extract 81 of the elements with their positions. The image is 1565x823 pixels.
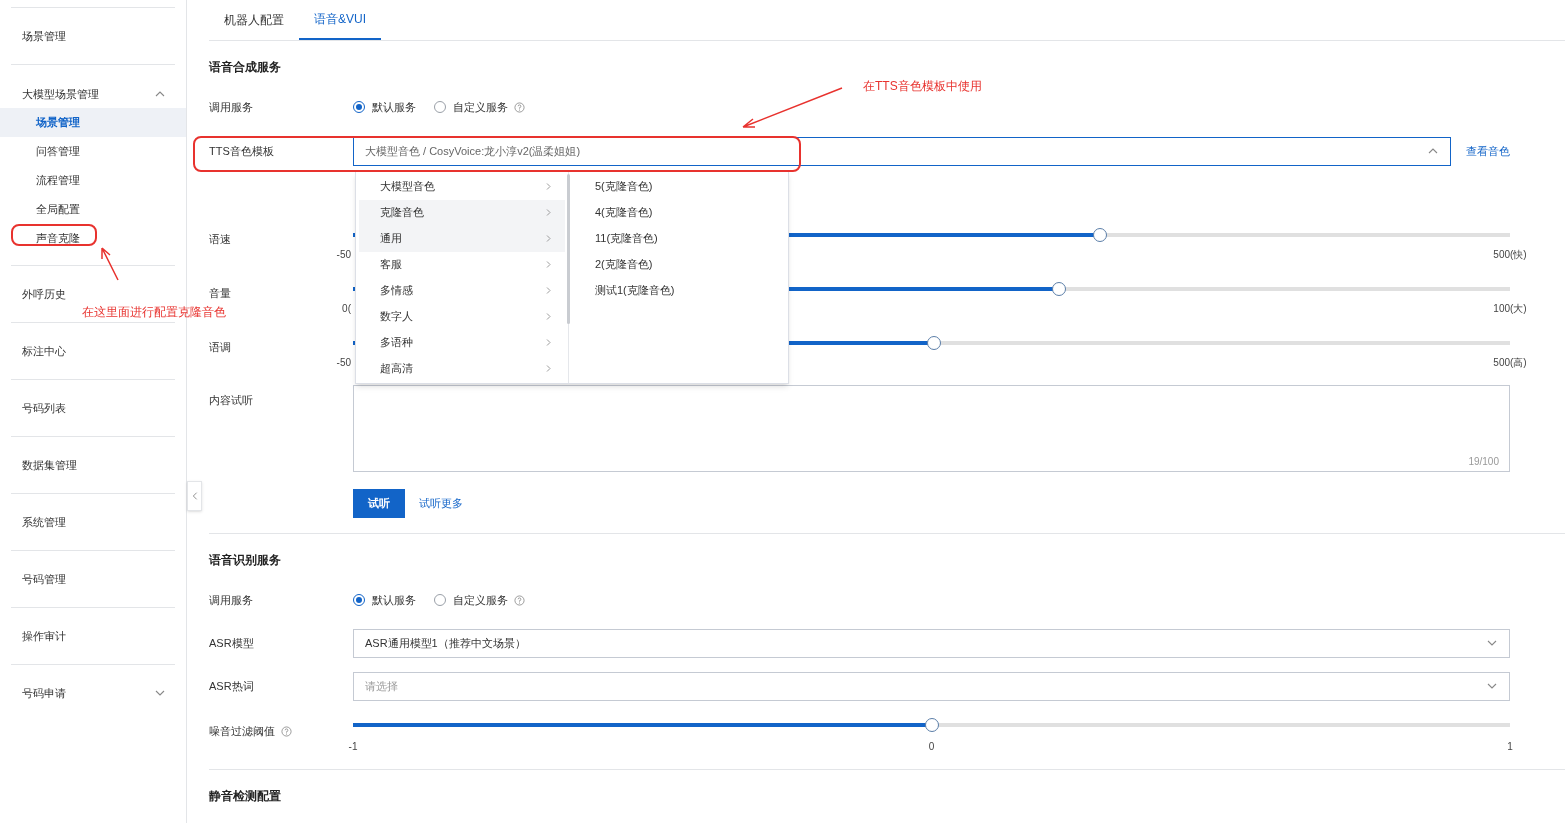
menu-item[interactable]: 客服 xyxy=(359,251,565,278)
nav-item[interactable]: 号码列表 xyxy=(22,399,66,417)
nav-item[interactable]: 操作审计 xyxy=(22,627,66,645)
character-count: 19/100 xyxy=(1468,455,1499,469)
menu-item[interactable]: 多情感 xyxy=(359,277,565,304)
min-label: -50 xyxy=(336,356,351,370)
menu-item[interactable]: 数字人 xyxy=(359,303,565,330)
menu-option[interactable]: 4(克隆音色) xyxy=(595,199,788,226)
help-icon xyxy=(281,725,292,737)
nav-group[interactable]: 大模型场景管理 xyxy=(0,80,186,108)
nav-item[interactable]: 号码管理 xyxy=(22,570,66,588)
min-label: -50 xyxy=(336,248,351,262)
help-icon xyxy=(514,594,525,606)
tick-label: 1 xyxy=(1507,740,1513,754)
annotation-text: 在TTS音色模板中使用 xyxy=(863,78,982,95)
chevron-icon xyxy=(544,182,553,191)
radio-label: 自定义服务 xyxy=(453,99,508,115)
tab[interactable]: 语音&VUI xyxy=(299,0,381,40)
menu-option[interactable]: 11(克隆音色) xyxy=(595,225,788,252)
nav-subitem[interactable]: 问答管理 xyxy=(0,137,186,166)
radio-label: 自定义服务 xyxy=(453,592,508,608)
field-label: 语速 xyxy=(209,232,232,247)
annotation-text: 在这里面进行配置克隆音色 xyxy=(82,304,226,321)
field-label: 调用服务 xyxy=(209,99,254,115)
nav-item[interactable]: 数据集管理 xyxy=(22,456,77,474)
scrollbar[interactable] xyxy=(567,173,570,324)
chevron-icon xyxy=(544,286,553,295)
max-label: 100(大) xyxy=(1493,302,1527,316)
slider-thumb[interactable] xyxy=(1051,282,1066,296)
section-title: 静音检测配置 xyxy=(209,788,281,805)
slider-thumb[interactable] xyxy=(1093,228,1108,242)
nav-subitem[interactable]: 流程管理 xyxy=(0,166,186,195)
max-label: 500(快) xyxy=(1493,248,1527,262)
nav-item[interactable]: 系统管理 xyxy=(22,513,66,531)
chevron-icon xyxy=(544,364,553,373)
chevron-icon xyxy=(544,312,553,321)
menu-option[interactable]: 5(克隆音色) xyxy=(595,173,788,200)
field-label: ASR模型 xyxy=(209,635,255,651)
field-label: 调用服务 xyxy=(209,592,254,608)
annotation-arrow xyxy=(98,246,120,282)
menu-item[interactable]: 克隆音色 xyxy=(359,199,565,226)
menu-option[interactable]: 测试1(克隆音色) xyxy=(595,277,788,304)
slider-thumb[interactable] xyxy=(926,336,941,350)
section-title: 语音识别服务 xyxy=(209,552,281,569)
section-title: 语音合成服务 xyxy=(209,59,281,76)
nav-item[interactable]: 场景管理 xyxy=(22,27,66,45)
field-label: 内容试听 xyxy=(209,393,254,408)
field-label: ASR热词 xyxy=(209,678,255,694)
max-label: 500(高) xyxy=(1493,356,1527,370)
radio-label: 默认服务 xyxy=(372,99,416,115)
nav-group[interactable]: 号码申请 xyxy=(0,665,186,721)
field-label: 音量 xyxy=(209,286,232,301)
select-field[interactable]: ASR通用模型1（推荐中文场景） xyxy=(353,628,1510,658)
nav-item[interactable]: 外呼历史 xyxy=(22,285,66,303)
nav-subitem[interactable]: 场景管理 xyxy=(0,108,186,137)
menu-option[interactable]: 2(克隆音色) xyxy=(595,251,788,278)
chevron-icon xyxy=(544,338,553,347)
nav-subitem[interactable]: 声音克隆 xyxy=(0,224,186,253)
chevron-icon xyxy=(544,260,553,269)
field-label: 噪音过滤阈值 xyxy=(209,723,353,740)
menu-item[interactable]: 多语种 xyxy=(359,329,565,356)
menu-item[interactable]: 大模型音色 xyxy=(359,173,565,200)
field-label: TTS音色模板 xyxy=(209,143,275,159)
tab[interactable]: 机器人配置 xyxy=(209,0,299,40)
slider-thumb[interactable] xyxy=(924,718,939,732)
listen-more-link[interactable]: 试听更多 xyxy=(419,495,463,512)
view-voices-link[interactable]: 查看音色 xyxy=(1466,142,1510,160)
help-icon xyxy=(514,101,525,113)
menu-item[interactable]: 超高清 xyxy=(359,355,565,382)
chevron-icon xyxy=(544,208,553,217)
radio-label: 默认服务 xyxy=(372,592,416,608)
tick-label: 0 xyxy=(928,740,935,754)
nav-item[interactable]: 标注中心 xyxy=(22,342,66,360)
listen-button[interactable]: 试听 xyxy=(353,489,405,518)
select-field[interactable]: 大模型音色 / CosyVoice:龙小淳v2(温柔姐姐) xyxy=(353,136,1451,166)
nav-subitem[interactable]: 全局配置 xyxy=(0,195,186,224)
min-label: 0( xyxy=(342,302,351,316)
field-label: 语调 xyxy=(209,340,232,355)
chevron-icon xyxy=(544,234,553,243)
menu-item[interactable]: 通用 xyxy=(359,225,565,252)
tick-label: -1 xyxy=(348,740,358,754)
